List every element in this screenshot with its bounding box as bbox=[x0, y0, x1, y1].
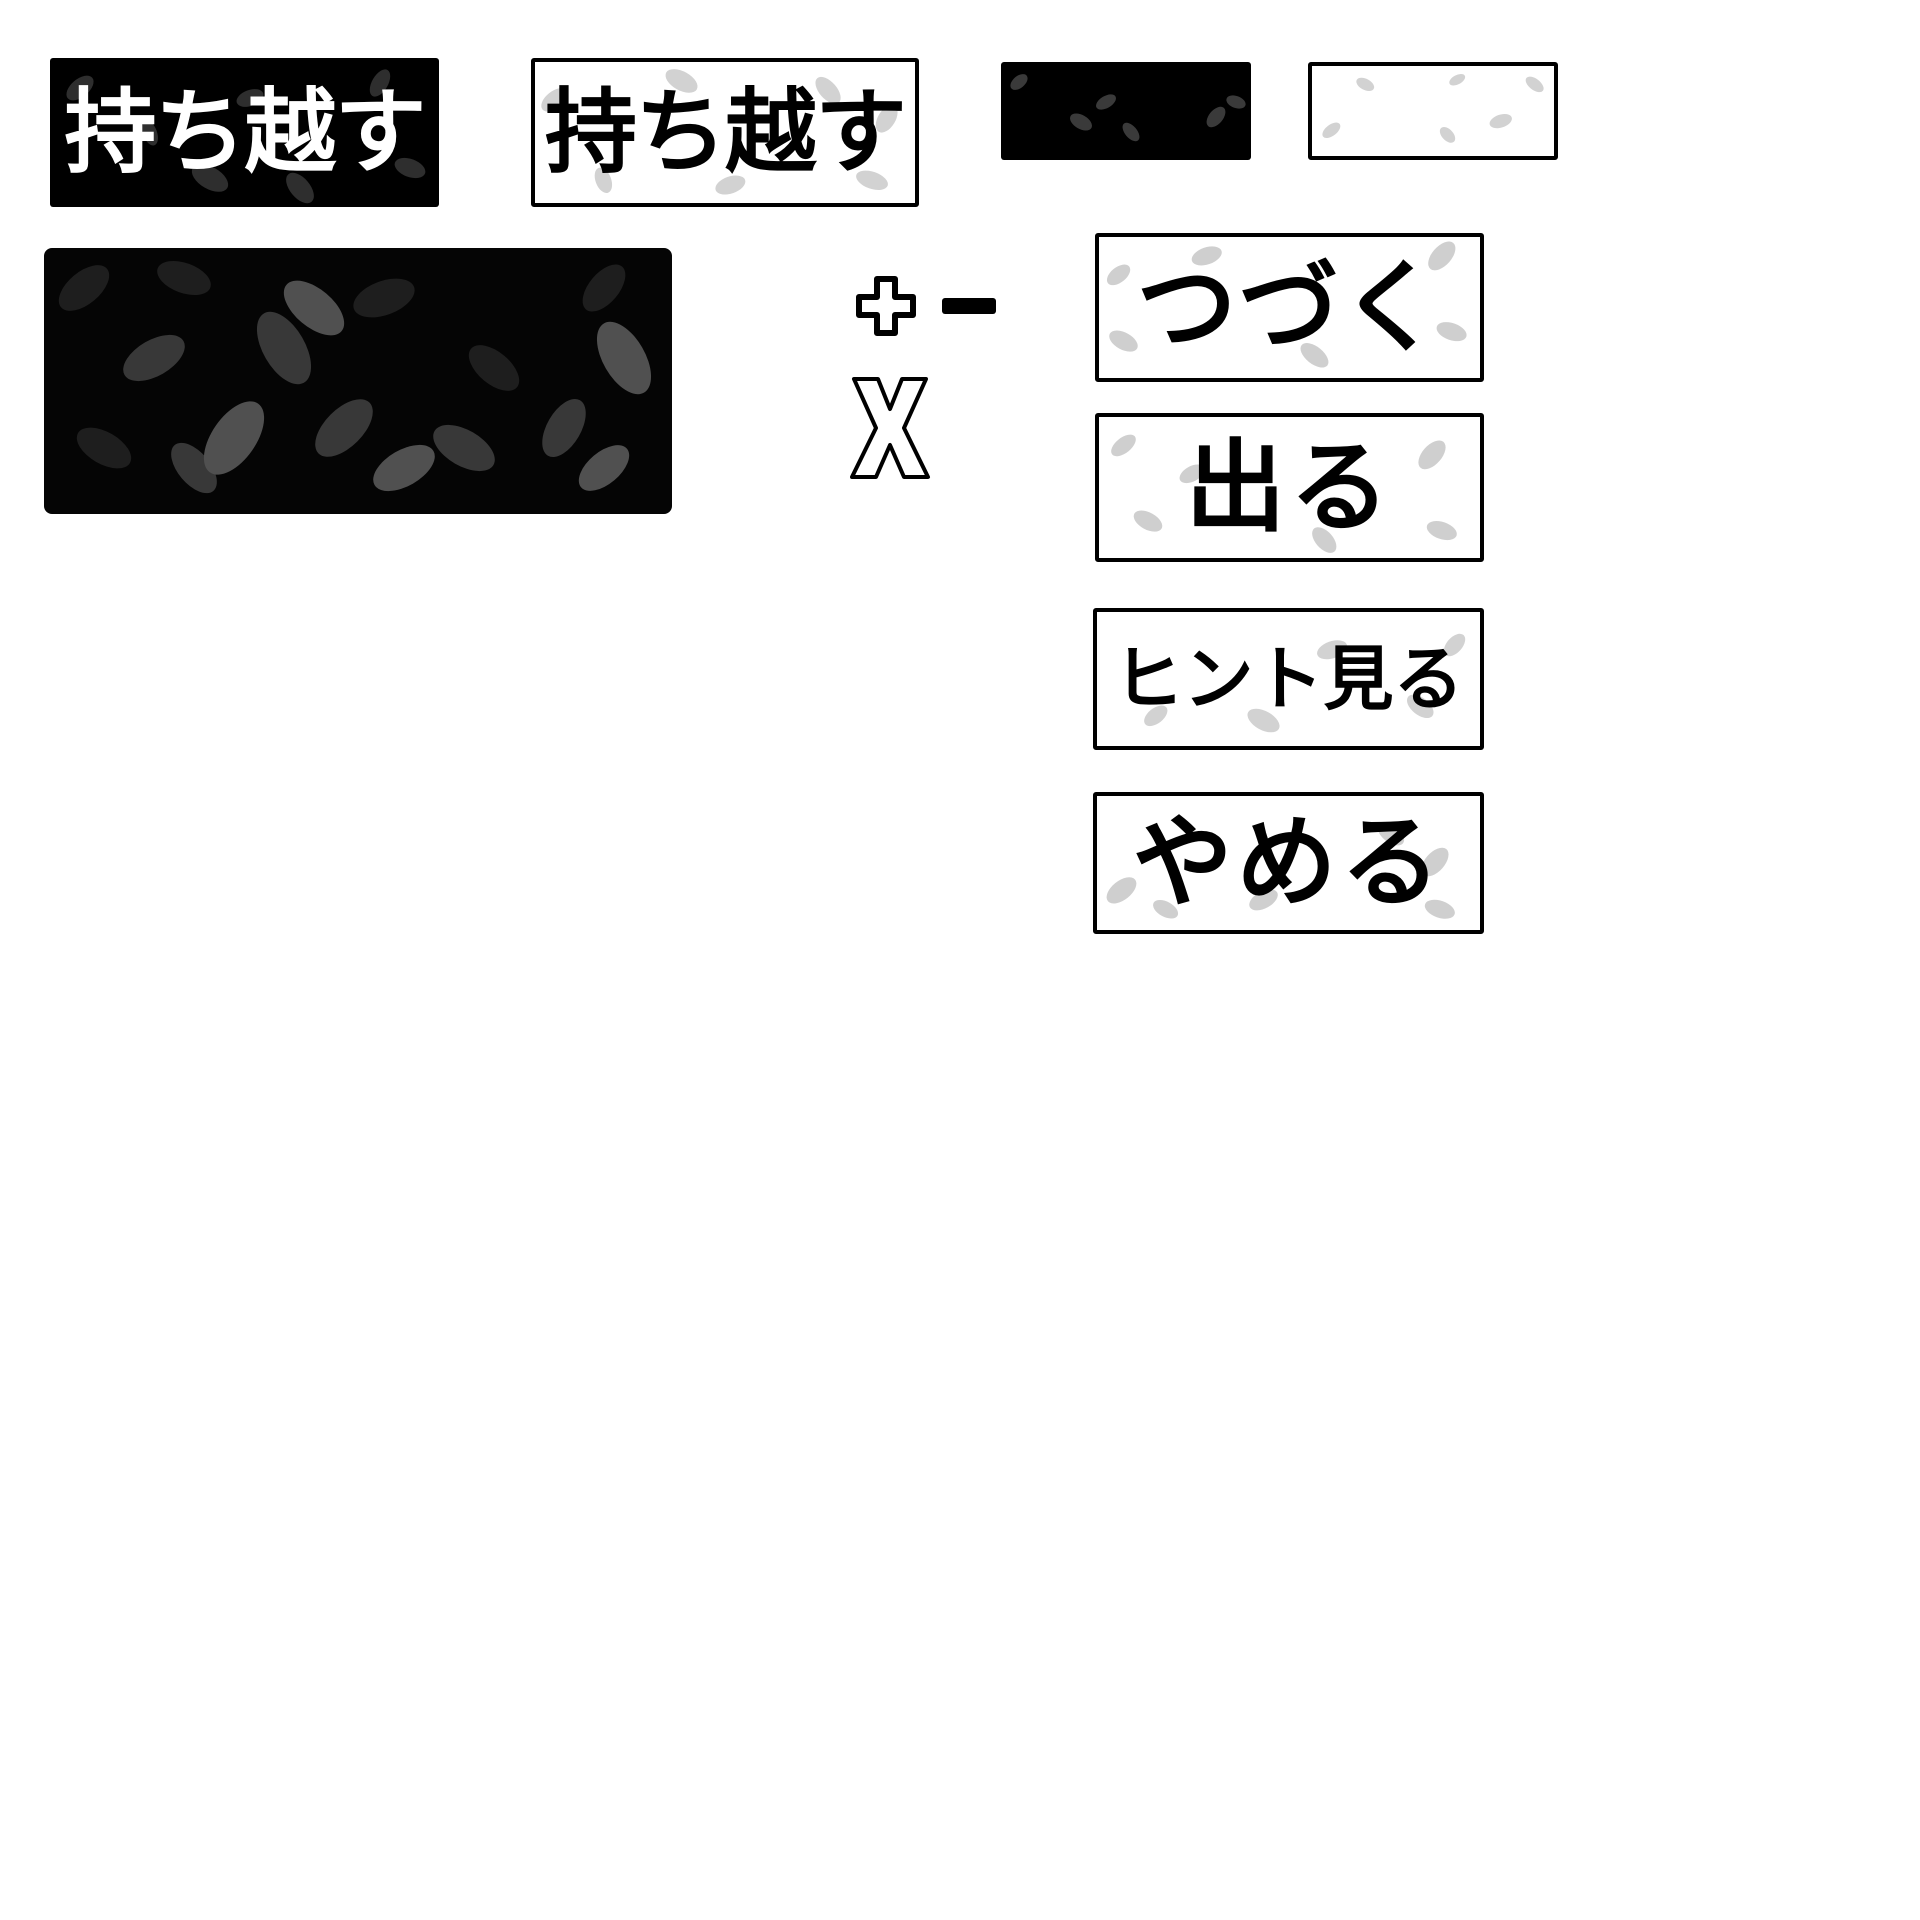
blank-button-dark[interactable] bbox=[1001, 62, 1251, 160]
carry-over-label: 持ち越す bbox=[544, 78, 907, 186]
continue-label: つづく bbox=[1136, 248, 1443, 366]
view-hint-label: ヒント見る bbox=[1113, 638, 1464, 720]
leaf-pattern bbox=[58, 260, 652, 494]
leaf-pattern bbox=[1322, 74, 1544, 143]
leaf-pattern bbox=[1010, 74, 1246, 142]
exit-button[interactable]: 出る bbox=[1095, 413, 1484, 562]
blank-button-light[interactable] bbox=[1308, 62, 1558, 160]
exit-label: 出る bbox=[1185, 428, 1394, 546]
carry-over-label: 持ち越す bbox=[64, 78, 426, 186]
dark-leaf-panel bbox=[44, 248, 672, 514]
quit-button[interactable]: やめる bbox=[1093, 792, 1484, 934]
continue-button[interactable]: つづく bbox=[1095, 233, 1484, 382]
quit-label: やめる bbox=[1132, 804, 1445, 921]
close-icon[interactable] bbox=[848, 375, 932, 481]
carry-over-button-light[interactable]: 持ち越す bbox=[531, 58, 919, 207]
minus-icon[interactable] bbox=[938, 290, 1000, 322]
carry-over-button-dark[interactable]: 持ち越す bbox=[50, 58, 439, 207]
view-hint-button[interactable]: ヒント見る bbox=[1093, 608, 1484, 750]
plus-icon[interactable] bbox=[855, 275, 917, 337]
